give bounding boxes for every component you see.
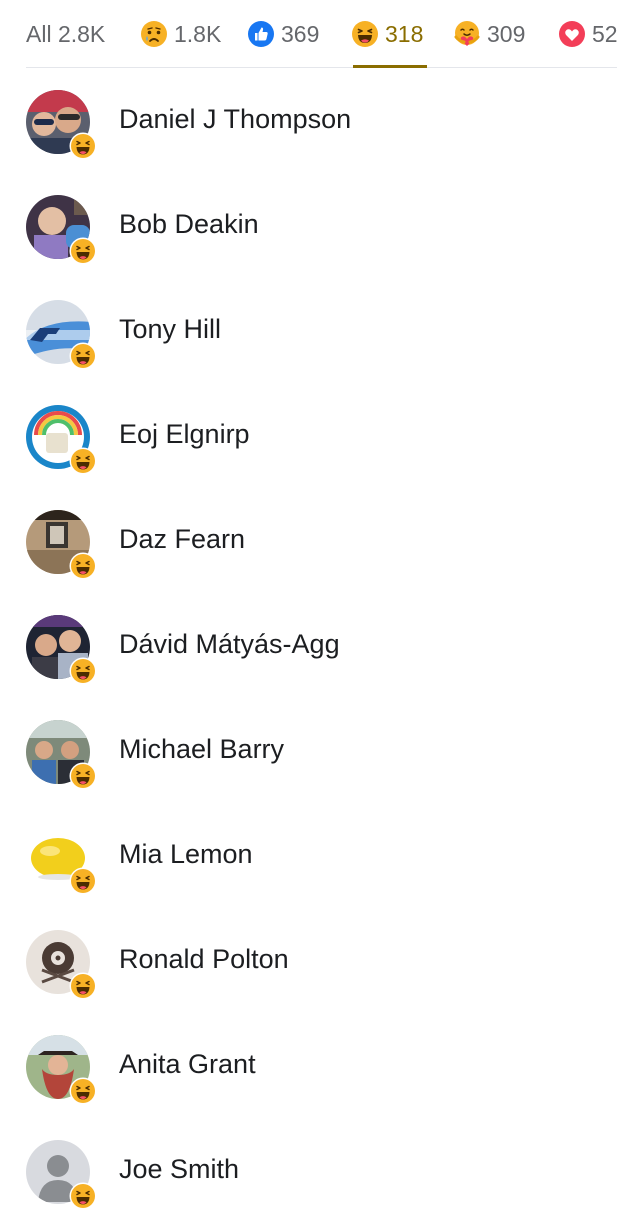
- tab-like[interactable]: 369: [247, 0, 319, 68]
- person-name[interactable]: Daz Fearn: [119, 524, 245, 555]
- tab-sad[interactable]: 1.8K: [140, 0, 221, 68]
- list-item[interactable]: Bob Deakin: [0, 173, 643, 278]
- tab-like-label: 369: [281, 20, 320, 47]
- haha-icon: [69, 1077, 97, 1105]
- reaction-tabs: All 2.8K 1.8K 369 318 309 52: [26, 0, 618, 68]
- haha-icon: [69, 132, 97, 160]
- sad-icon: [141, 21, 167, 47]
- tab-haha[interactable]: 318: [351, 0, 423, 68]
- tab-care-label: 309: [487, 20, 526, 47]
- person-name[interactable]: Dávid Mátyás-Agg: [119, 629, 340, 660]
- list-item[interactable]: Tony Hill: [0, 278, 643, 383]
- list-item[interactable]: Daniel J Thompson: [0, 68, 643, 173]
- list-item[interactable]: Dávid Mátyás-Agg: [0, 593, 643, 698]
- tab-haha-label: 318: [385, 20, 424, 47]
- tab-sad-label: 1.8K: [174, 20, 222, 47]
- haha-icon: [69, 867, 97, 895]
- like-icon: [248, 21, 274, 47]
- list-item[interactable]: Michael Barry: [0, 698, 643, 803]
- list-item[interactable]: Joe Smith: [0, 1118, 643, 1223]
- haha-icon: [69, 972, 97, 1000]
- list-item[interactable]: Mia Lemon: [0, 803, 643, 908]
- tab-care[interactable]: 309: [453, 0, 525, 68]
- person-name[interactable]: Mia Lemon: [119, 839, 253, 870]
- list-item[interactable]: Eoj Elgnirp: [0, 383, 643, 488]
- tab-all[interactable]: All 2.8K: [26, 0, 105, 68]
- person-name[interactable]: Joe Smith: [119, 1154, 239, 1185]
- person-name[interactable]: Ronald Polton: [119, 944, 289, 975]
- love-icon: [559, 21, 585, 47]
- haha-icon: [352, 21, 378, 47]
- care-icon: [454, 21, 480, 46]
- tab-love[interactable]: 52: [558, 0, 618, 68]
- list-item[interactable]: Ronald Polton: [0, 908, 643, 1013]
- haha-icon: [69, 447, 97, 475]
- tab-all-label: All 2.8K: [26, 20, 106, 47]
- person-name[interactable]: Eoj Elgnirp: [119, 419, 250, 450]
- haha-icon: [69, 552, 97, 580]
- tab-love-label: 52: [592, 20, 618, 47]
- haha-icon: [69, 1182, 97, 1210]
- person-name[interactable]: Tony Hill: [119, 314, 221, 345]
- haha-icon: [69, 237, 97, 265]
- person-name[interactable]: Michael Barry: [119, 734, 284, 765]
- haha-icon: [69, 762, 97, 790]
- person-name[interactable]: Daniel J Thompson: [119, 104, 351, 135]
- person-name[interactable]: Anita Grant: [119, 1049, 256, 1080]
- haha-icon: [69, 657, 97, 685]
- list-item[interactable]: Daz Fearn: [0, 488, 643, 593]
- haha-icon: [69, 342, 97, 370]
- list-item[interactable]: Anita Grant: [0, 1013, 643, 1118]
- person-name[interactable]: Bob Deakin: [119, 209, 259, 240]
